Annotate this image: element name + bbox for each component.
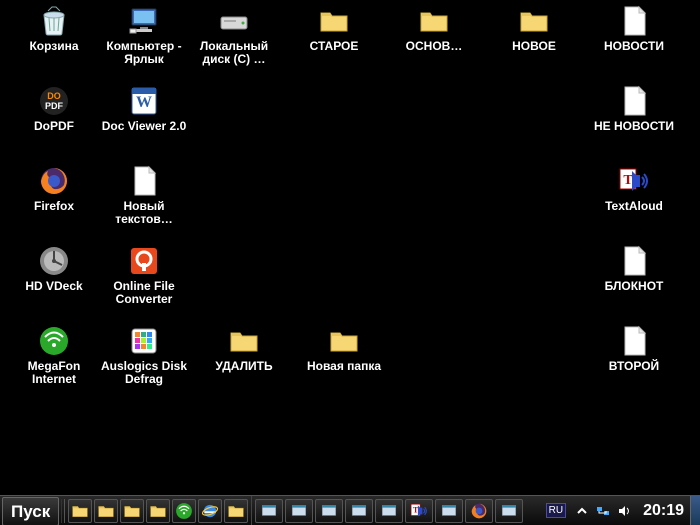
dopdf-icon: DOPDF — [37, 84, 71, 118]
icon-label: Online File Converter — [100, 280, 188, 306]
start-label: Пуск — [11, 502, 50, 522]
icon-label: Компьютер - Ярлык — [100, 40, 188, 66]
auslogics-icon — [127, 324, 161, 358]
icon-label: НОВОЕ — [490, 40, 578, 53]
tray-tray-vol[interactable] — [615, 502, 633, 520]
tray-tray-net[interactable] — [594, 502, 612, 520]
page-icon — [617, 4, 651, 38]
folder-icon — [417, 4, 451, 38]
ofc-icon — [127, 244, 161, 278]
icon-label: ОСНОВ… — [390, 40, 478, 53]
desktop-icon-folder-newfolder[interactable]: Новая папка — [300, 324, 388, 373]
megafon-icon — [37, 324, 71, 358]
icon-label: НОВОСТИ — [590, 40, 678, 53]
quicklaunch-ql-explorer-2[interactable] — [94, 499, 118, 523]
taskbar-window-win-4[interactable] — [345, 499, 373, 523]
desktop-icon-folder-new[interactable]: НОВОЕ — [490, 4, 578, 53]
icon-label: Корзина — [10, 40, 98, 53]
drive-icon — [217, 4, 251, 38]
icon-label: Firefox — [10, 200, 98, 213]
folder-icon — [327, 324, 361, 358]
desktop-icon-megafon[interactable]: MegaFon Internet — [10, 324, 98, 386]
folder-icon — [227, 324, 261, 358]
icon-label: Новый текстов… — [100, 200, 188, 226]
taskbar-window-win-7[interactable] — [495, 499, 523, 523]
icon-label: СТАРОЕ — [290, 40, 378, 53]
language-indicator[interactable]: RU — [546, 503, 566, 518]
icon-label: MegaFon Internet — [10, 360, 98, 386]
desktop-icon-file-news[interactable]: НОВОСТИ — [590, 4, 678, 53]
textaloud-icon: T — [617, 164, 651, 198]
desktop-icon-recycle-bin[interactable]: Корзина — [10, 4, 98, 53]
taskbar-window-win-2[interactable] — [285, 499, 313, 523]
folder-icon — [517, 4, 551, 38]
taskbar-window-win-1[interactable] — [255, 499, 283, 523]
icon-label: Doc Viewer 2.0 — [100, 120, 188, 133]
firefox-icon — [37, 164, 71, 198]
icon-label: DoPDF — [10, 120, 98, 133]
icon-label: Локальный диск (C) … — [190, 40, 278, 66]
taskbar: Пуск T RU 20:19 — [0, 495, 700, 525]
quicklaunch-ql-ie[interactable] — [198, 499, 222, 523]
desktop-icon-folder-main[interactable]: ОСНОВ… — [390, 4, 478, 53]
taskbar-window-win-5[interactable] — [375, 499, 403, 523]
desktop-icon-file-not-news[interactable]: НЕ НОВОСТИ — [590, 84, 678, 133]
show-desktop-button[interactable] — [690, 496, 700, 525]
quick-launch — [65, 496, 252, 525]
page-icon — [127, 164, 161, 198]
taskbar-windows: T — [252, 496, 542, 525]
desktop[interactable]: КорзинаКомпьютер - ЯрлыкЛокальный диск (… — [0, 0, 700, 495]
quicklaunch-ql-explorer-1[interactable] — [68, 499, 92, 523]
svg-text:PDF: PDF — [45, 101, 64, 111]
desktop-icon-computer-shortcut[interactable]: Компьютер - Ярлык — [100, 4, 188, 66]
recycle-icon — [37, 4, 71, 38]
desktop-icon-dopdf[interactable]: DOPDF DoPDF — [10, 84, 98, 133]
desktop-icon-hd-vdeck[interactable]: HD VDeck — [10, 244, 98, 293]
desktop-icon-auslogics[interactable]: Auslogics Disk Defrag — [100, 324, 188, 386]
icon-label: БЛОКНОТ — [590, 280, 678, 293]
svg-text:DO: DO — [47, 91, 61, 101]
desktop-icon-online-file-converter[interactable]: Online File Converter — [100, 244, 188, 306]
word-icon: W — [127, 84, 161, 118]
icon-label: TextAloud — [590, 200, 678, 213]
clock[interactable]: 20:19 — [637, 496, 690, 525]
hdvdeck-icon — [37, 244, 71, 278]
start-button[interactable]: Пуск — [2, 497, 59, 525]
desktop-icon-file-second[interactable]: ВТОРОЙ — [590, 324, 678, 373]
taskbar-window-win-6[interactable] — [435, 499, 463, 523]
quicklaunch-ql-explorer-4[interactable] — [146, 499, 170, 523]
icon-label: HD VDeck — [10, 280, 98, 293]
taskbar-window-win-textaloud[interactable]: T — [405, 499, 433, 523]
icon-label: УДАЛИТЬ — [200, 360, 288, 373]
desktop-icon-file-notepad[interactable]: БЛОКНОТ — [590, 244, 678, 293]
page-icon — [617, 244, 651, 278]
taskbar-window-win-3[interactable] — [315, 499, 343, 523]
quicklaunch-ql-megafon[interactable] — [172, 499, 196, 523]
computer-icon — [127, 4, 161, 38]
svg-text:T: T — [623, 173, 633, 188]
desktop-icon-local-disk-c[interactable]: Локальный диск (C) … — [190, 4, 278, 66]
desktop-icon-firefox[interactable]: Firefox — [10, 164, 98, 213]
desktop-icon-new-text-doc[interactable]: Новый текстов… — [100, 164, 188, 226]
page-icon — [617, 324, 651, 358]
desktop-icon-folder-old[interactable]: СТАРОЕ — [290, 4, 378, 53]
icon-label: Auslogics Disk Defrag — [100, 360, 188, 386]
desktop-icon-doc-viewer[interactable]: W Doc Viewer 2.0 — [100, 84, 188, 133]
icon-label: ВТОРОЙ — [590, 360, 678, 373]
icon-label: НЕ НОВОСТИ — [590, 120, 678, 133]
icon-label: Новая папка — [300, 360, 388, 373]
quicklaunch-ql-explorer-3[interactable] — [120, 499, 144, 523]
desktop-icon-folder-delete[interactable]: УДАЛИТЬ — [200, 324, 288, 373]
taskbar-window-win-firefox[interactable] — [465, 499, 493, 523]
system-tray — [569, 496, 637, 525]
quicklaunch-ql-explorer-5[interactable] — [224, 499, 248, 523]
desktop-icon-textaloud[interactable]: T TextAloud — [590, 164, 678, 213]
tray-tray-arrow[interactable] — [573, 502, 591, 520]
svg-text:W: W — [136, 94, 152, 111]
folder-icon — [317, 4, 351, 38]
page-icon — [617, 84, 651, 118]
